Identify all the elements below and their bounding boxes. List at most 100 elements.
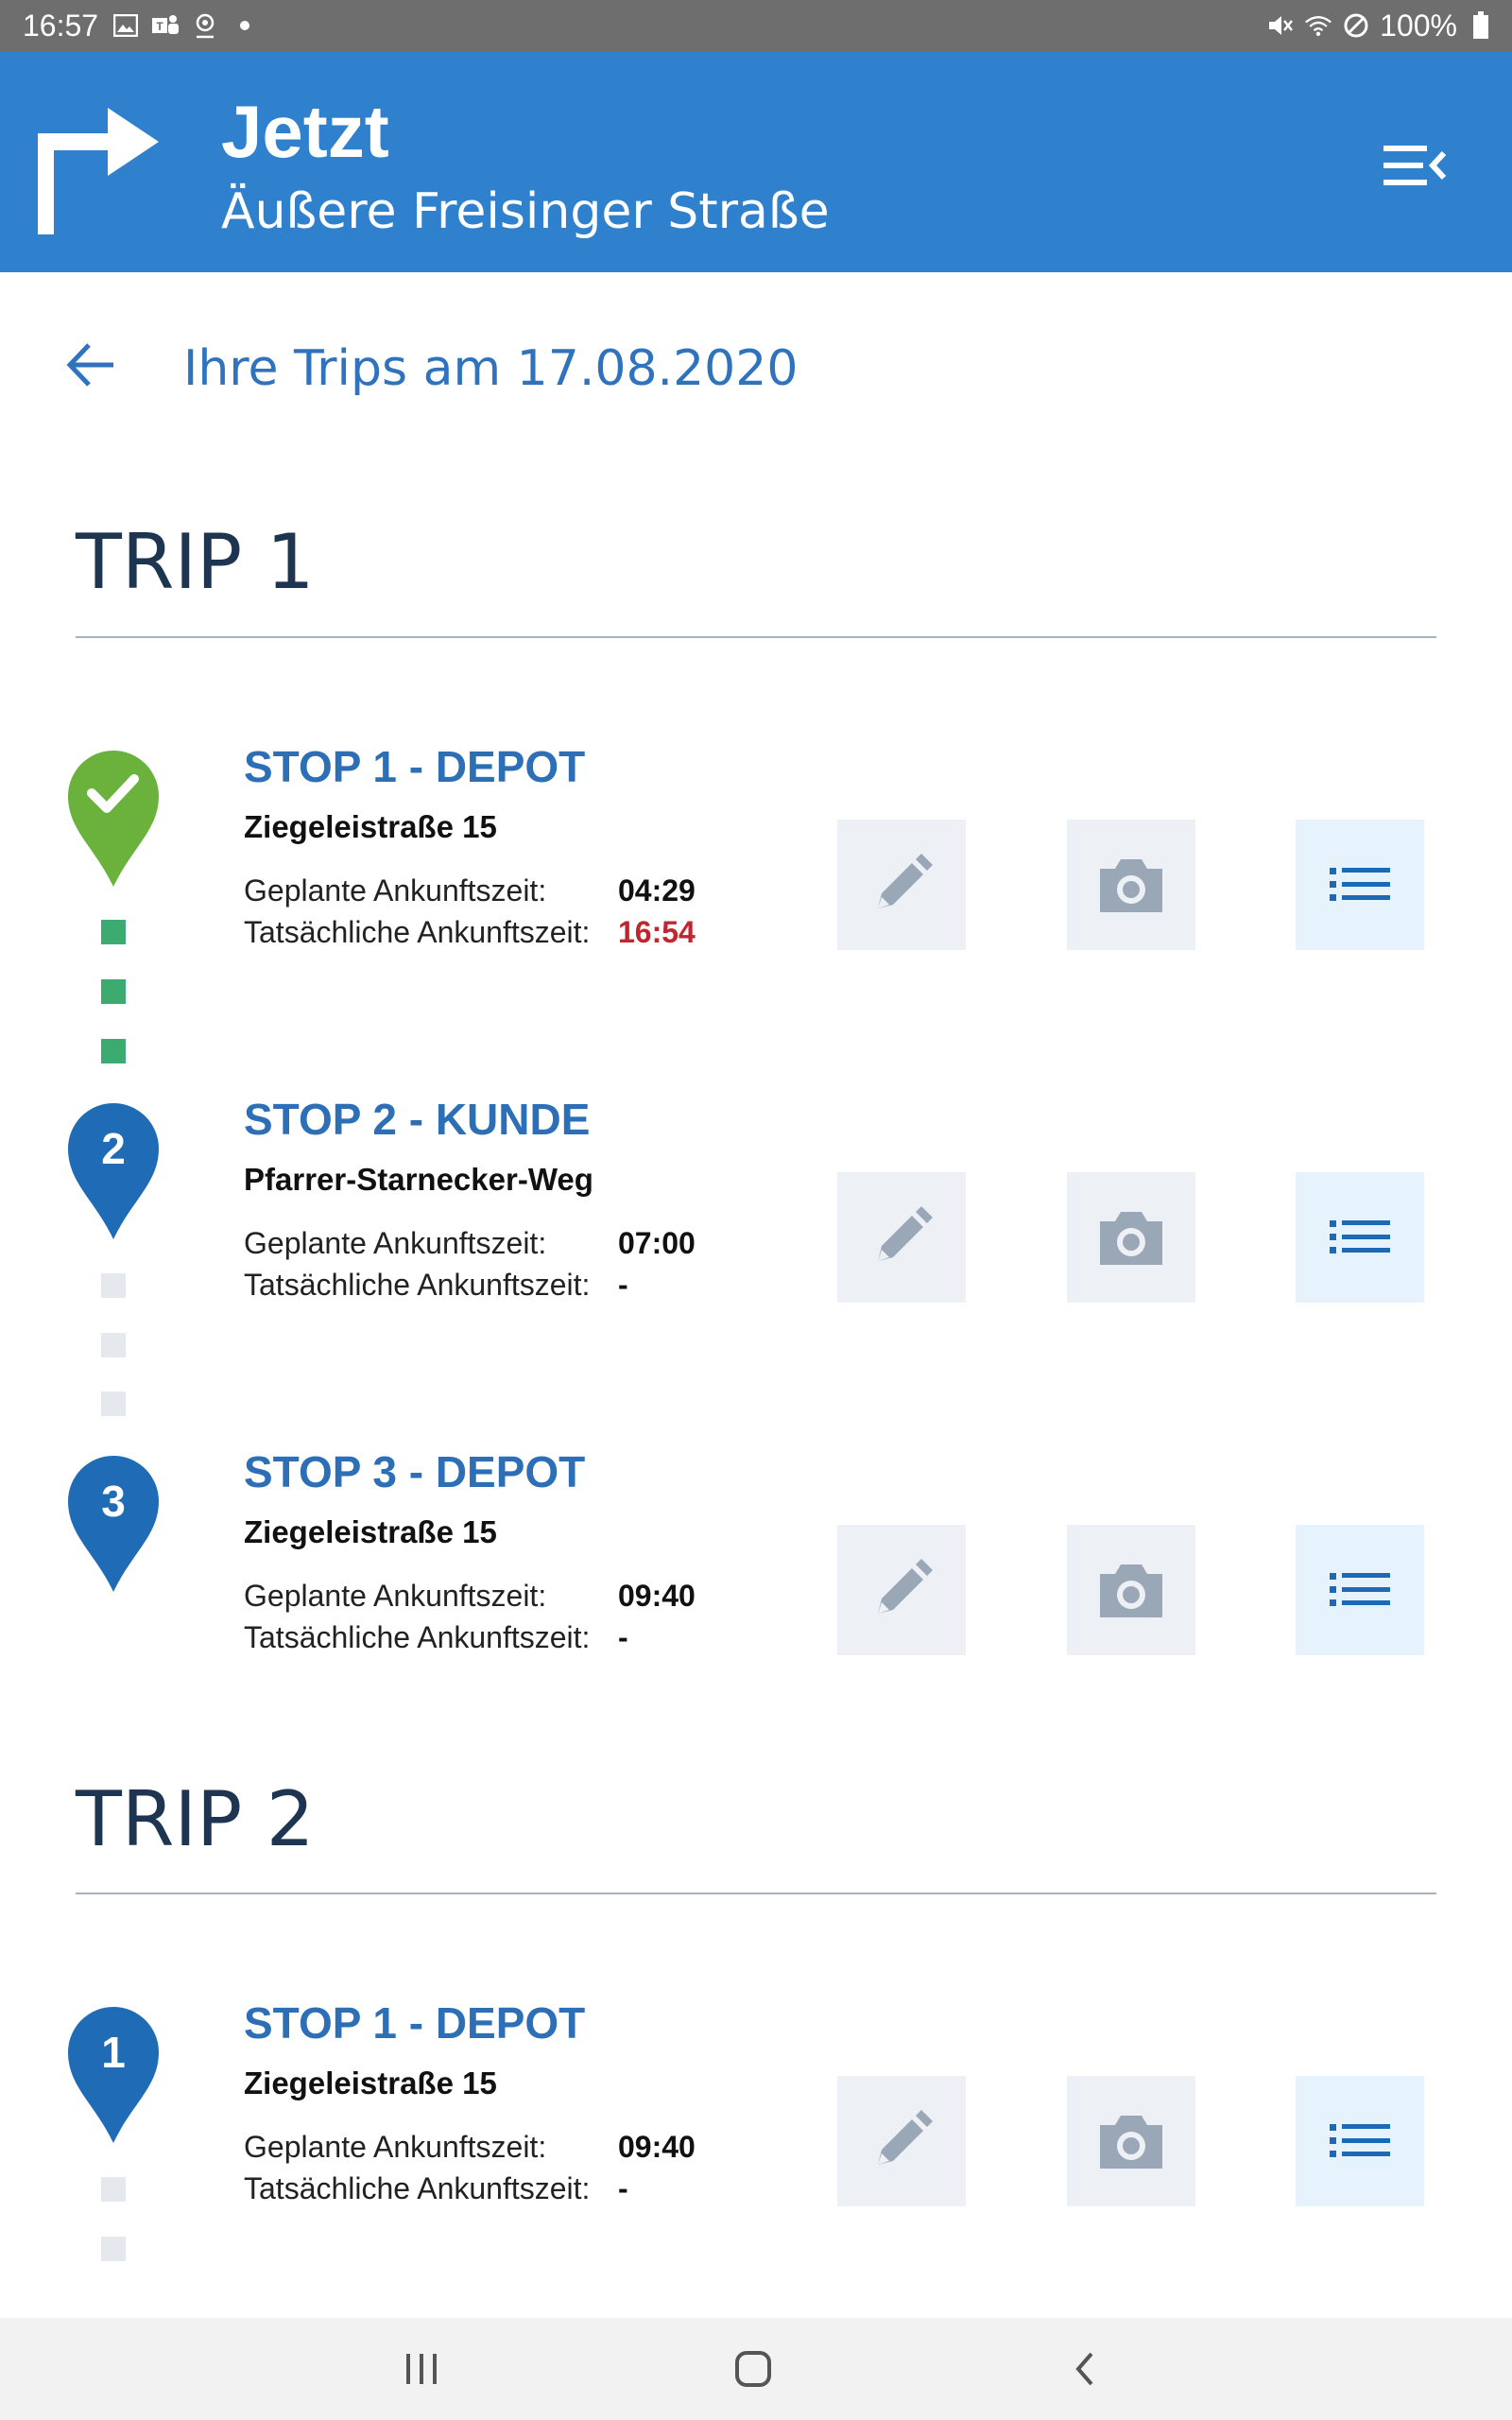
- actual-time-row: Tatsächliche Ankunftszeit: -: [244, 1268, 628, 1303]
- camera-button[interactable]: [1067, 1525, 1195, 1655]
- planned-time-label: Geplante Ankunftszeit:: [244, 1579, 547, 1613]
- back-button[interactable]: [62, 336, 121, 394]
- camera-icon: [1100, 859, 1162, 912]
- recent-apps-icon: [406, 2354, 437, 2384]
- stop-item: 3 STOP 3 - DEPOT Ziegeleistraße 15 Gepla…: [0, 1447, 1512, 1737]
- trip-heading: TRIP 2: [76, 1775, 315, 1863]
- planned-time-value: 09:40: [618, 2130, 696, 2164]
- battery-percent: 100%: [1380, 8, 1457, 43]
- divider: [76, 636, 1436, 638]
- actual-time-value: -: [618, 2171, 628, 2205]
- planned-time-row: Geplante Ankunftszeit: 04:29: [244, 873, 696, 908]
- planned-time-label: Geplante Ankunftszeit:: [244, 1226, 547, 1260]
- pencil-icon: [878, 1206, 933, 1261]
- actual-time-label: Tatsächliche Ankunftszeit:: [244, 915, 591, 949]
- actual-time-row: Tatsächliche Ankunftszeit: 16:54: [244, 915, 696, 950]
- details-list-button[interactable]: [1296, 820, 1424, 950]
- recent-apps-button[interactable]: [393, 2341, 450, 2397]
- details-list-button[interactable]: [1296, 1172, 1424, 1303]
- route-connector: [101, 2177, 126, 2202]
- status-time: 16:57: [23, 9, 99, 43]
- mute-icon: [1266, 11, 1295, 40]
- details-list-button[interactable]: [1296, 2076, 1424, 2206]
- location-icon: [191, 11, 219, 40]
- turn-right-icon: [38, 108, 159, 234]
- actual-time-label: Tatsächliche Ankunftszeit:: [244, 2171, 591, 2205]
- pin-number: 3: [101, 1477, 126, 1526]
- details-list-button[interactable]: [1296, 1525, 1424, 1655]
- stop-address: Ziegeleistraße 15: [244, 2066, 497, 2100]
- stop-title: STOP 1 - DEPOT: [244, 1998, 586, 2048]
- pencil-icon: [878, 2110, 933, 2165]
- gallery-icon: [112, 11, 140, 40]
- actual-time-value: -: [618, 1268, 628, 1302]
- edit-button[interactable]: [837, 820, 966, 950]
- route-connector: [101, 1392, 126, 1416]
- page-title: Ihre Trips am 17.08.2020: [183, 340, 799, 397]
- route-connector: [101, 1333, 126, 1357]
- edit-button[interactable]: [837, 1525, 966, 1655]
- camera-button[interactable]: [1067, 1172, 1195, 1303]
- planned-time-value: 07:00: [618, 1226, 696, 1260]
- pencil-icon: [878, 1559, 933, 1614]
- camera-button[interactable]: [1067, 2076, 1195, 2206]
- completed-pin-icon: [68, 751, 159, 887]
- status-left-icons: T: [112, 9, 259, 43]
- edit-button[interactable]: [837, 1172, 966, 1303]
- trip-heading: TRIP 1: [76, 518, 315, 606]
- list-icon: [1330, 868, 1390, 901]
- stop-item: STOP 1 - DEPOT Ziegeleistraße 15 Geplant…: [0, 742, 1512, 1032]
- route-connector: [101, 2237, 126, 2261]
- actual-time-row: Tatsächliche Ankunftszeit: -: [244, 1620, 628, 1655]
- planned-time-label: Geplante Ankunftszeit:: [244, 2130, 547, 2164]
- home-button[interactable]: [725, 2341, 782, 2397]
- actual-time-row: Tatsächliche Ankunftszeit: -: [244, 2171, 628, 2206]
- block-icon: [1342, 11, 1370, 40]
- camera-icon: [1100, 1564, 1162, 1617]
- divider: [76, 1893, 1436, 1894]
- planned-time-value: 04:29: [618, 873, 696, 908]
- stop-address: Pfarrer-Starnecker-Weg: [244, 1162, 593, 1197]
- menu-button[interactable]: [1376, 132, 1452, 199]
- navigation-header: Jetzt Äußere Freisinger Straße: [0, 51, 1512, 272]
- actual-time-value: 16:54: [618, 915, 696, 949]
- teams-icon: T: [151, 11, 180, 40]
- map-pin-icon: 2: [68, 1103, 159, 1239]
- header-title: Jetzt: [221, 90, 389, 173]
- status-right-icons: 100%: [1266, 9, 1495, 43]
- route-connector: [101, 979, 126, 1004]
- planned-time-row: Geplante Ankunftszeit: 07:00: [244, 1226, 696, 1261]
- actual-time-label: Tatsächliche Ankunftszeit:: [244, 1268, 591, 1302]
- status-bar: 16:57 T 100%: [0, 0, 1512, 51]
- arrow-left-icon: [66, 343, 113, 387]
- map-pin-icon: 1: [68, 2007, 159, 2143]
- stop-address: Ziegeleistraße 15: [244, 809, 497, 844]
- camera-icon: [1100, 2116, 1162, 2169]
- stop-title: STOP 2 - KUNDE: [244, 1095, 591, 1144]
- pin-number: 2: [101, 1124, 126, 1173]
- edit-button[interactable]: [837, 2076, 966, 2206]
- menu-collapse-icon: [1383, 146, 1447, 185]
- page-title-row: Ihre Trips am 17.08.2020: [0, 312, 1512, 425]
- route-connector: [101, 1273, 126, 1298]
- route-connector: [101, 920, 126, 944]
- actual-time-value: -: [618, 1620, 628, 1654]
- planned-time-row: Geplante Ankunftszeit: 09:40: [244, 2130, 696, 2165]
- back-nav-icon: [1075, 2352, 1093, 2386]
- system-back-button[interactable]: [1057, 2341, 1113, 2397]
- map-pin-icon: 3: [68, 1456, 159, 1592]
- stop-address: Ziegeleistraße 15: [244, 1514, 497, 1549]
- list-icon: [1330, 1573, 1390, 1606]
- actual-time-label: Tatsächliche Ankunftszeit:: [244, 1620, 591, 1654]
- svg-text:T: T: [156, 20, 163, 33]
- planned-time-row: Geplante Ankunftszeit: 09:40: [244, 1579, 696, 1614]
- stop-item: 2 STOP 2 - KUNDE Pfarrer-Starnecker-Weg …: [0, 1095, 1512, 1385]
- planned-time-label: Geplante Ankunftszeit:: [244, 873, 547, 908]
- battery-icon: [1467, 11, 1495, 40]
- planned-time-value: 09:40: [618, 1579, 696, 1613]
- list-icon: [1330, 2124, 1390, 2157]
- camera-icon: [1100, 1212, 1162, 1265]
- system-nav-bar: [0, 2318, 1512, 2420]
- stop-title: STOP 1 - DEPOT: [244, 742, 586, 791]
- camera-button[interactable]: [1067, 820, 1195, 950]
